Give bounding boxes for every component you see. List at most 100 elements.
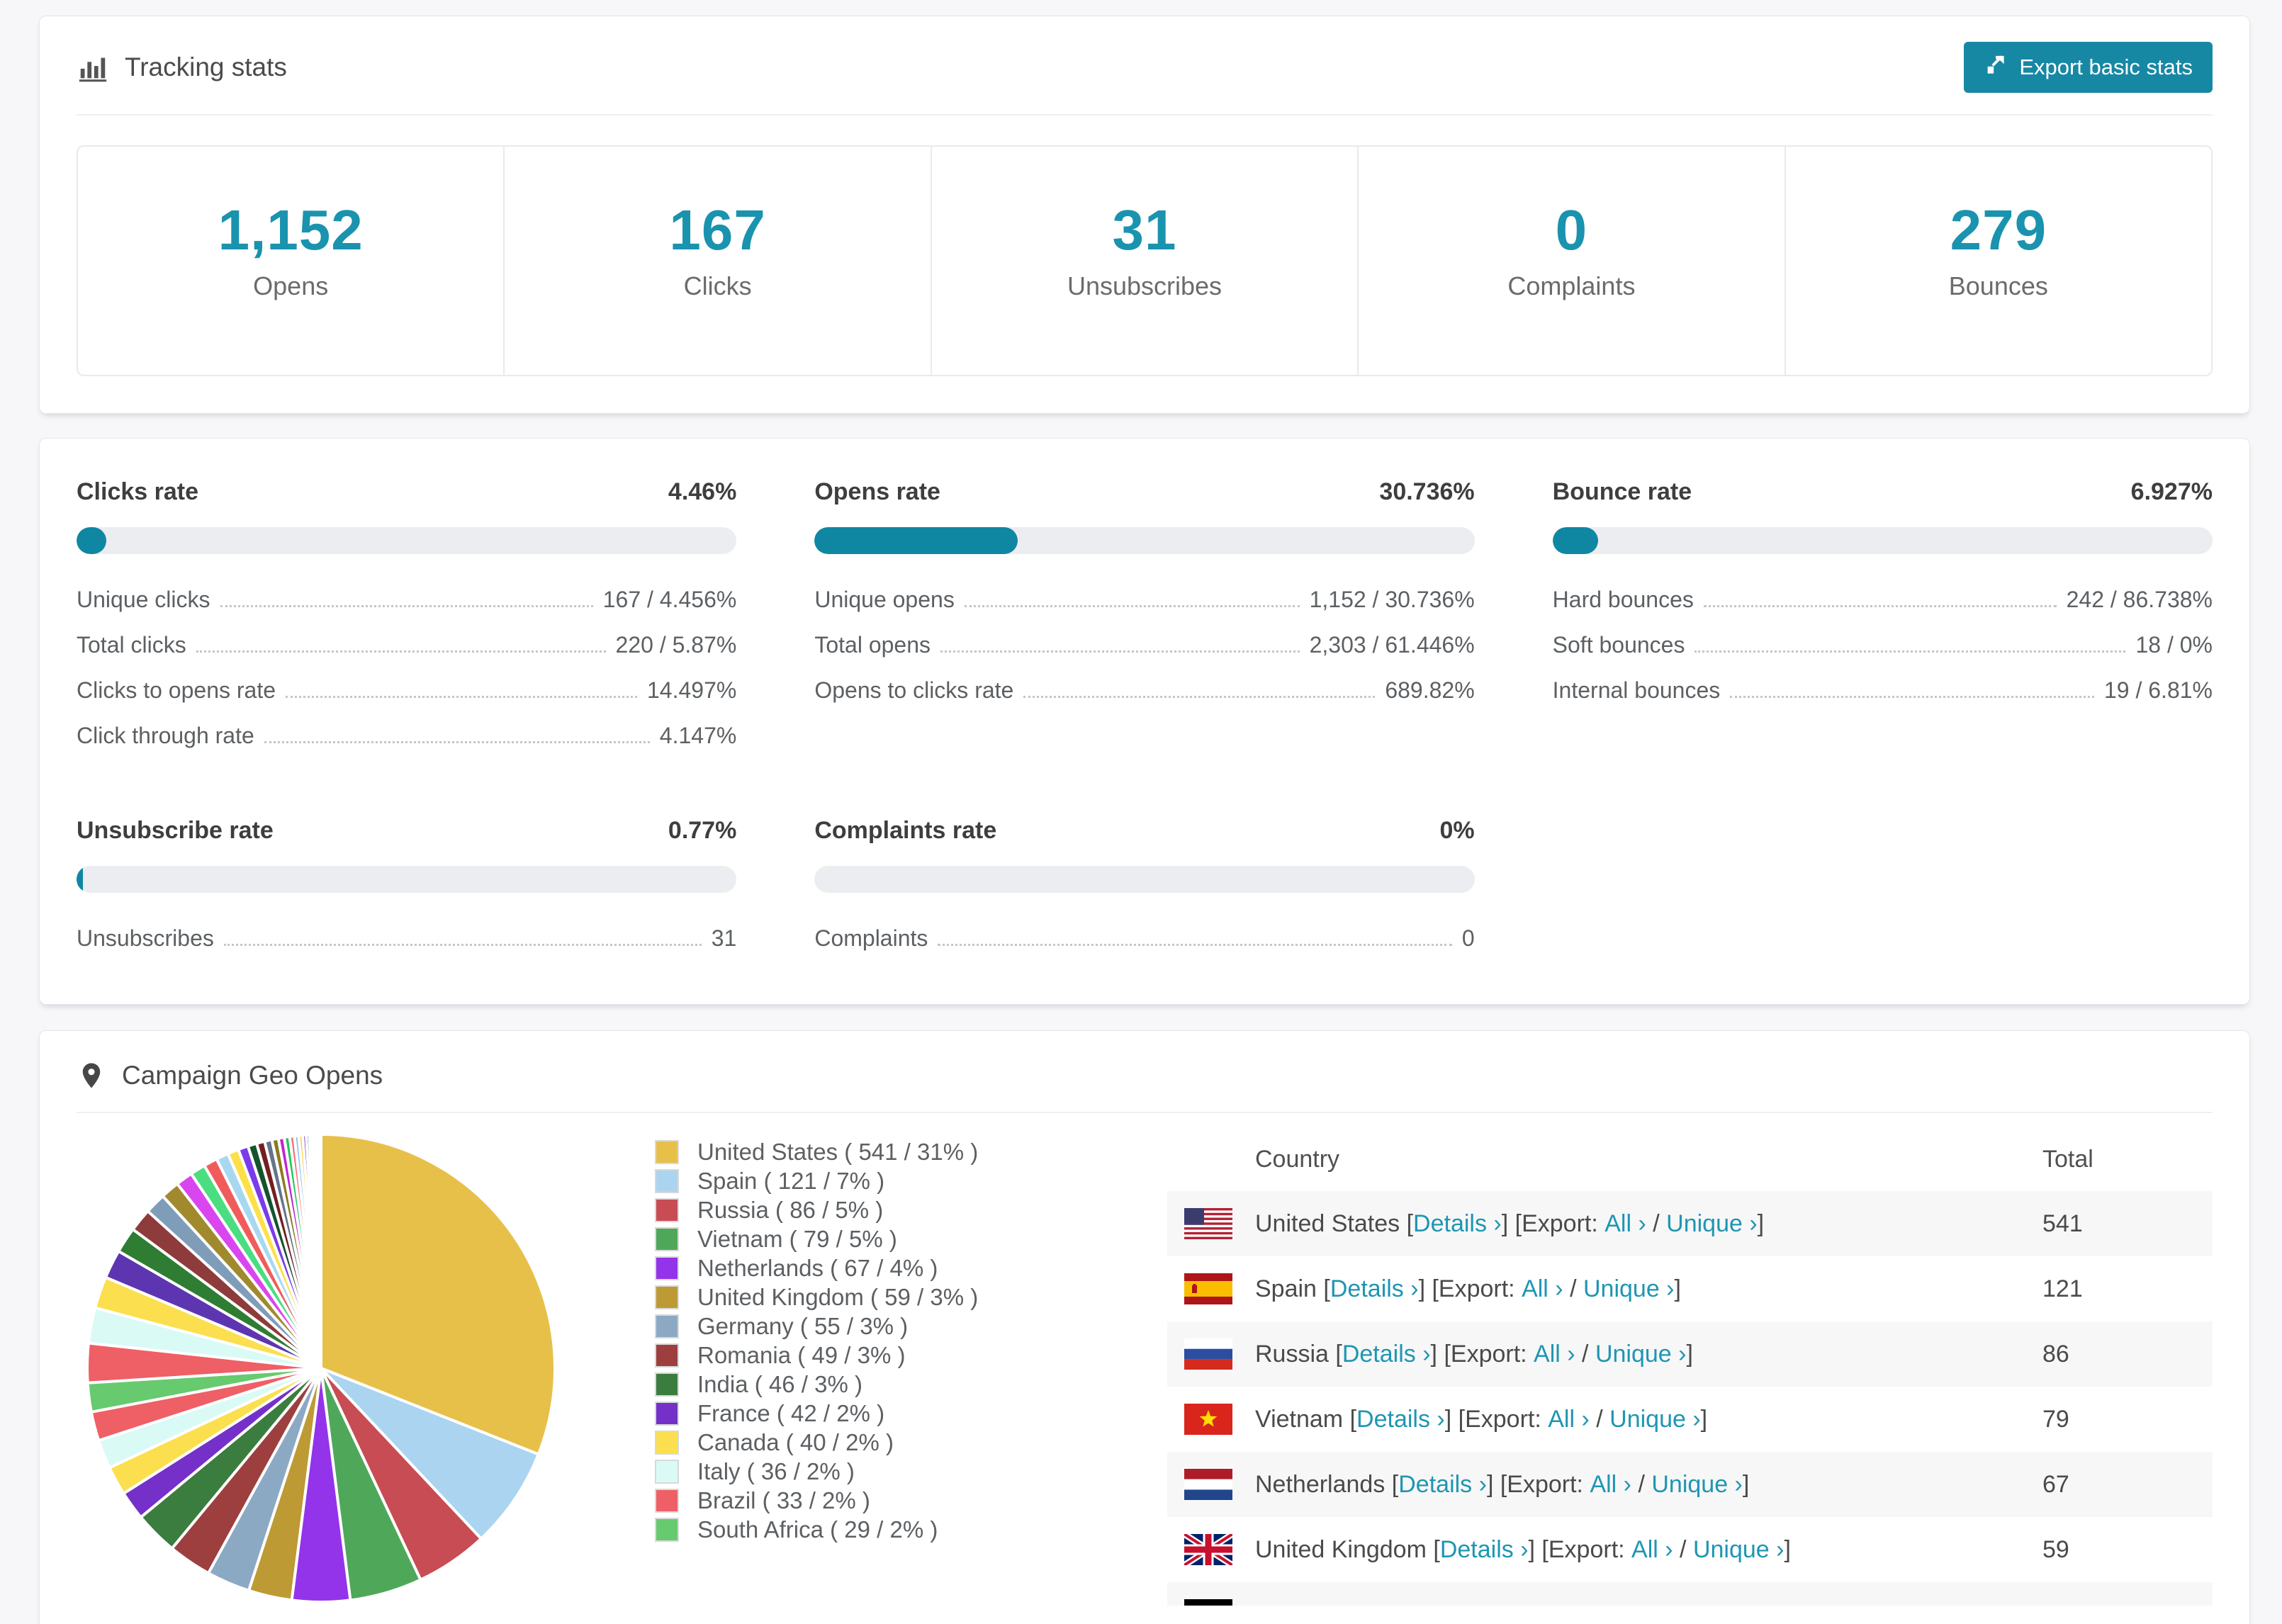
legend-swatch bbox=[655, 1343, 679, 1368]
legend-swatch bbox=[655, 1139, 679, 1164]
rate-detail-value: 31 bbox=[711, 925, 737, 951]
export-unique-link[interactable]: Unique › bbox=[1609, 1406, 1701, 1433]
legend-swatch bbox=[655, 1168, 679, 1193]
rate-block-clicks-rate: Clicks rate 4.46% Unique clicks 167 / 4.456… bbox=[77, 478, 737, 749]
export-all-link[interactable]: All › bbox=[1604, 1210, 1646, 1238]
details-link[interactable]: Details › bbox=[1398, 1471, 1487, 1499]
details-link[interactable]: Details › bbox=[1342, 1341, 1431, 1368]
stat-value: 0 bbox=[1555, 198, 1588, 261]
slash-text: / bbox=[1646, 1209, 1667, 1237]
country-cell: Spain [Details ›] [Export: All › / Uniqu… bbox=[1184, 1273, 2042, 1304]
export-unique-link[interactable]: Unique › bbox=[1583, 1275, 1675, 1303]
export-basic-stats-button[interactable]: Export basic stats bbox=[1964, 42, 2213, 93]
bracket-text: [ bbox=[1328, 1340, 1342, 1368]
summary-stat-bounces: 279 Bounces bbox=[1786, 147, 2211, 375]
rate-detail-value: 19 / 6.81% bbox=[2103, 677, 2213, 703]
gb-flag-icon bbox=[1184, 1534, 1232, 1565]
legend-swatch bbox=[655, 1256, 679, 1280]
dotted-leader bbox=[196, 650, 606, 653]
rate-detail-row: Internal bounces 19 / 6.81% bbox=[1553, 677, 2213, 704]
export-text: ] [Export: bbox=[1528, 1535, 1632, 1563]
rate-progress-track bbox=[814, 527, 1475, 554]
rate-detail-value: 242 / 86.738% bbox=[2066, 587, 2213, 612]
export-all-link[interactable]: All › bbox=[1548, 1406, 1590, 1433]
export-unique-link[interactable]: Unique › bbox=[1693, 1536, 1784, 1564]
table-row: United Kingdom [Details ›] [Export: All … bbox=[1167, 1517, 2213, 1582]
rate-title: Unsubscribe rate bbox=[77, 817, 274, 844]
stat-label: Clicks bbox=[683, 271, 752, 300]
export-unique-link[interactable]: Unique › bbox=[1651, 1471, 1743, 1499]
stat-label: Bounces bbox=[1948, 271, 2048, 300]
legend-label: Brazil ( 33 / 2% ) bbox=[697, 1487, 870, 1513]
rate-detail-label: Click through rate bbox=[77, 723, 254, 748]
rate-title: Opens rate bbox=[814, 478, 940, 505]
export-all-link[interactable]: All › bbox=[1522, 1275, 1563, 1303]
legend-label: Spain ( 121 / 7% ) bbox=[697, 1167, 885, 1194]
rates-card: Clicks rate 4.46% Unique clicks 167 / 4.456… bbox=[39, 438, 2250, 1005]
legend-item: United States ( 541 / 31% ) bbox=[655, 1137, 1052, 1166]
rates-grid: Clicks rate 4.46% Unique clicks 167 / 4.456… bbox=[77, 478, 2213, 952]
rate-progress-track bbox=[77, 527, 737, 554]
legend-label: Italy ( 36 / 2% ) bbox=[697, 1457, 855, 1484]
rate-progress-track bbox=[77, 866, 737, 893]
rate-progress-fill bbox=[814, 527, 1018, 554]
country-cell: Netherlands [Details ›] [Export: All › /… bbox=[1184, 1469, 2042, 1500]
legend-swatch bbox=[655, 1517, 679, 1542]
geo-header: Campaign Geo Opens bbox=[77, 1061, 2213, 1090]
de-flag-icon bbox=[1184, 1599, 1232, 1606]
tracking-stats-title: Tracking stats bbox=[77, 51, 287, 84]
export-icon bbox=[1984, 52, 2008, 82]
dotted-leader bbox=[286, 696, 637, 698]
legend-label: South Africa ( 29 / 2% ) bbox=[697, 1516, 938, 1543]
details-link[interactable]: Details › bbox=[1413, 1210, 1502, 1238]
legend-item: Romania ( 49 / 3% ) bbox=[655, 1341, 1052, 1370]
summary-stat-opens: 1,152 Opens bbox=[78, 147, 505, 375]
bracket-text: ] bbox=[1784, 1535, 1791, 1563]
bracket-text: ] bbox=[1757, 1209, 1765, 1237]
country-name: Spain bbox=[1255, 1275, 1317, 1302]
ru-flag-icon bbox=[1184, 1338, 1232, 1370]
geo-country-table: Country Total United States [Details ›] … bbox=[1167, 1127, 2213, 1606]
export-all-link[interactable]: All › bbox=[1631, 1536, 1673, 1564]
total-column-header: Total bbox=[2042, 1145, 2093, 1173]
legend-label: Netherlands ( 67 / 4% ) bbox=[697, 1254, 938, 1281]
rate-value: 6.927% bbox=[2130, 478, 2213, 505]
legend-swatch bbox=[655, 1372, 679, 1397]
rate-detail-row: Soft bounces 18 / 0% bbox=[1553, 632, 2213, 658]
export-all-link[interactable]: All › bbox=[1534, 1341, 1575, 1368]
export-button-label: Export basic stats bbox=[2019, 55, 2193, 79]
bracket-text: [ bbox=[1385, 1470, 1399, 1498]
legend-swatch bbox=[655, 1488, 679, 1513]
details-link[interactable]: Details › bbox=[1440, 1536, 1529, 1564]
legend-swatch bbox=[655, 1314, 679, 1338]
legend-swatch bbox=[655, 1227, 679, 1251]
details-link[interactable]: Details › bbox=[1330, 1275, 1419, 1303]
rate-title: Bounce rate bbox=[1552, 478, 1692, 505]
details-link[interactable]: Details › bbox=[1356, 1406, 1445, 1433]
legend-label: Canada ( 40 / 2% ) bbox=[697, 1428, 894, 1455]
legend-label: Russia ( 86 / 5% ) bbox=[697, 1196, 884, 1223]
export-unique-link[interactable]: Unique › bbox=[1666, 1210, 1758, 1238]
dotted-leader bbox=[1023, 696, 1376, 698]
legend-label: Romania ( 49 / 3% ) bbox=[697, 1341, 906, 1368]
export-all-link[interactable]: All › bbox=[1590, 1471, 1631, 1499]
country-cell: Russia [Details ›] [Export: All › / Uniq… bbox=[1184, 1338, 2042, 1370]
export-text: ] [Export: bbox=[1486, 1470, 1590, 1498]
rate-block-bounce-rate: Bounce rate 6.927% Hard bounces 242 / 86.73… bbox=[1552, 478, 2213, 749]
rate-detail-value: 4.147% bbox=[659, 723, 737, 748]
rate-title-row: Unsubscribe rate 0.77% bbox=[77, 817, 736, 845]
dotted-leader bbox=[940, 650, 1300, 653]
stat-value: 279 bbox=[1950, 198, 2047, 261]
export-unique-link[interactable]: Unique › bbox=[1595, 1341, 1687, 1368]
legend-item: France ( 42 / 2% ) bbox=[655, 1399, 1052, 1428]
campaign-geo-card: Campaign Geo Opens United States ( 541 /… bbox=[39, 1030, 2250, 1624]
country-column-header: Country bbox=[1255, 1145, 1340, 1173]
rate-detail-label: Hard bounces bbox=[1552, 587, 1694, 612]
legend-swatch bbox=[655, 1430, 679, 1455]
slash-text: / bbox=[1631, 1470, 1652, 1498]
rate-value: 0% bbox=[1439, 817, 1475, 844]
legend-item: United Kingdom ( 59 / 3% ) bbox=[655, 1282, 1052, 1312]
rate-detail-row: Unsubscribes 31 bbox=[77, 925, 736, 952]
summary-stat-clicks: 167 Clicks bbox=[505, 147, 932, 375]
geo-pie-chart bbox=[77, 1127, 566, 1609]
